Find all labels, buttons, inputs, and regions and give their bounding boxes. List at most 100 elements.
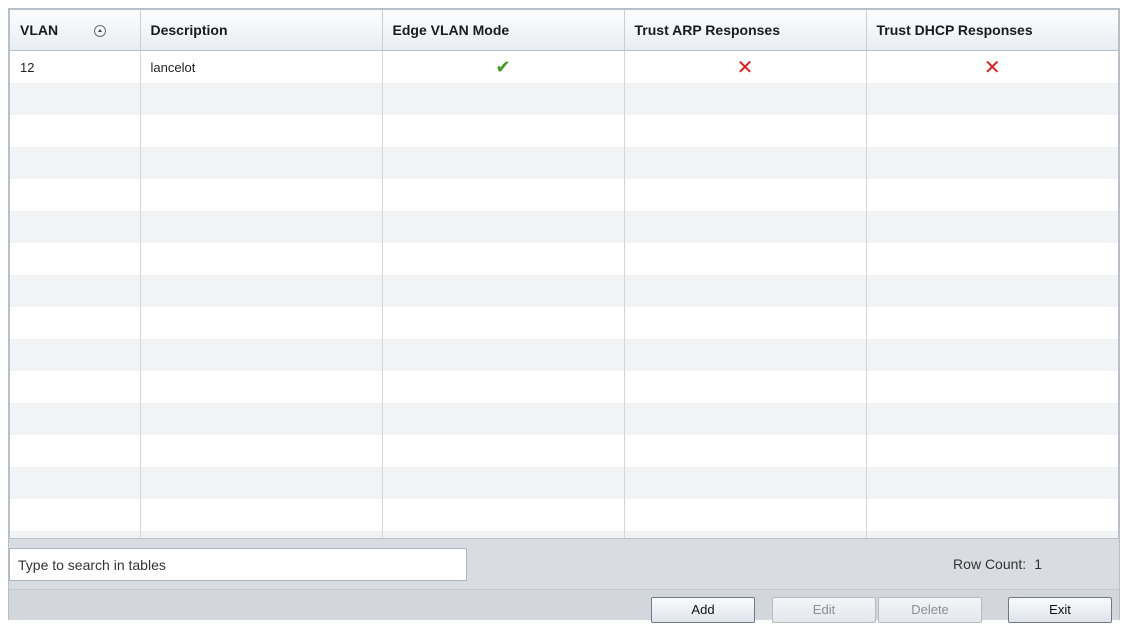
- empty-cell: [10, 339, 141, 371]
- vlan-table-container: VLAN Description Edge VLAN Mode Trust AR…: [9, 9, 1119, 539]
- column-header-label: Description: [150, 22, 228, 38]
- empty-cell: [624, 371, 867, 403]
- empty-table-row: [10, 403, 1118, 435]
- cell-edge-vlan-mode: ✔: [382, 50, 625, 83]
- empty-cell: [382, 147, 625, 179]
- empty-cell: [624, 435, 867, 467]
- column-header-label: Trust DHCP Responses: [876, 22, 1033, 38]
- empty-cell: [624, 275, 867, 307]
- empty-cell: [866, 179, 1118, 211]
- empty-table-row: [10, 339, 1118, 371]
- empty-cell: [624, 531, 867, 538]
- cross-icon: ✕: [983, 56, 1001, 79]
- empty-cell: [140, 243, 383, 275]
- table-row[interactable]: 12 lancelot ✔ ✕ ✕: [10, 50, 1118, 84]
- cell-trust-dhcp: ✕: [866, 51, 1118, 84]
- empty-cell: [624, 339, 867, 371]
- empty-cell: [866, 307, 1118, 339]
- empty-cell: [866, 499, 1118, 531]
- empty-table-row: [10, 147, 1118, 179]
- empty-cell: [10, 435, 141, 467]
- empty-cell: [382, 499, 625, 531]
- check-icon: ✔: [495, 56, 511, 77]
- empty-cell: [10, 115, 141, 147]
- table-search-input[interactable]: [9, 548, 467, 581]
- empty-cell: [382, 307, 625, 339]
- empty-cell: [382, 403, 625, 435]
- empty-cell: [624, 307, 867, 339]
- empty-table-row: [10, 499, 1118, 531]
- empty-cell: [866, 435, 1118, 467]
- empty-cell: [624, 403, 867, 435]
- empty-cell: [382, 83, 625, 115]
- empty-table-row: [10, 179, 1118, 211]
- empty-cell: [866, 339, 1118, 371]
- empty-table-row: [10, 435, 1118, 467]
- empty-cell: [10, 467, 141, 499]
- empty-table-row: [10, 467, 1118, 499]
- empty-cell: [866, 147, 1118, 179]
- column-header-label: Edge VLAN Mode: [392, 22, 510, 38]
- column-header-trust-dhcp[interactable]: Trust DHCP Responses: [866, 10, 1118, 51]
- empty-cell: [624, 115, 867, 147]
- empty-cell: [140, 115, 383, 147]
- empty-cell: [382, 179, 625, 211]
- column-header-label: Trust ARP Responses: [634, 22, 781, 38]
- column-header-trust-arp[interactable]: Trust ARP Responses: [624, 10, 867, 51]
- column-header-edge-vlan-mode[interactable]: Edge VLAN Mode: [382, 10, 625, 51]
- edit-button[interactable]: Edit: [772, 597, 876, 623]
- empty-table-row: [10, 211, 1118, 243]
- column-header-vlan[interactable]: VLAN: [10, 10, 141, 51]
- table-header-row: VLAN Description Edge VLAN Mode Trust AR…: [10, 10, 1118, 51]
- table-body: 12 lancelot ✔ ✕ ✕: [10, 50, 1118, 538]
- empty-cell: [624, 467, 867, 499]
- empty-cell: [382, 243, 625, 275]
- empty-cell: [382, 211, 625, 243]
- empty-cell: [866, 243, 1118, 275]
- empty-cell: [624, 147, 867, 179]
- empty-cell: [382, 467, 625, 499]
- cell-vlan: 12: [10, 50, 141, 83]
- empty-table-row: [10, 115, 1118, 147]
- empty-table-row: [10, 83, 1118, 115]
- empty-cell: [10, 243, 141, 275]
- empty-table-row: [10, 307, 1118, 339]
- empty-table-row: [10, 275, 1118, 307]
- cross-icon: ✕: [736, 56, 754, 79]
- empty-cell: [140, 307, 383, 339]
- empty-cell: [624, 243, 867, 275]
- empty-cell: [140, 83, 383, 115]
- empty-cell: [382, 339, 625, 371]
- empty-cell: [140, 403, 383, 435]
- empty-cell: [10, 275, 141, 307]
- empty-cell: [140, 435, 383, 467]
- delete-button[interactable]: Delete: [878, 597, 982, 623]
- column-header-description[interactable]: Description: [140, 10, 383, 51]
- row-count-value: 1: [1034, 556, 1042, 572]
- empty-cell: [866, 83, 1118, 115]
- empty-cell: [866, 531, 1118, 538]
- empty-cell: [140, 531, 383, 538]
- empty-cell: [10, 371, 141, 403]
- empty-cell: [140, 179, 383, 211]
- empty-cell: [10, 179, 141, 211]
- empty-cell: [866, 403, 1118, 435]
- empty-cell: [866, 371, 1118, 403]
- row-count: Row Count: 1: [953, 556, 1042, 572]
- empty-cell: [624, 83, 867, 115]
- cell-description: lancelot: [140, 50, 383, 83]
- empty-cell: [624, 179, 867, 211]
- empty-cell: [10, 403, 141, 435]
- add-button[interactable]: Add: [651, 597, 755, 623]
- empty-cell: [10, 83, 141, 115]
- sort-ascending-icon[interactable]: [94, 25, 107, 38]
- empty-cell: [382, 435, 625, 467]
- empty-table-row: [10, 371, 1118, 403]
- exit-button[interactable]: Exit: [1008, 597, 1112, 623]
- empty-cell: [624, 211, 867, 243]
- vlan-table: VLAN Description Edge VLAN Mode Trust AR…: [10, 10, 1118, 538]
- empty-cell: [382, 115, 625, 147]
- empty-cell: [10, 307, 141, 339]
- empty-table-row: [10, 243, 1118, 275]
- empty-cell: [10, 531, 141, 538]
